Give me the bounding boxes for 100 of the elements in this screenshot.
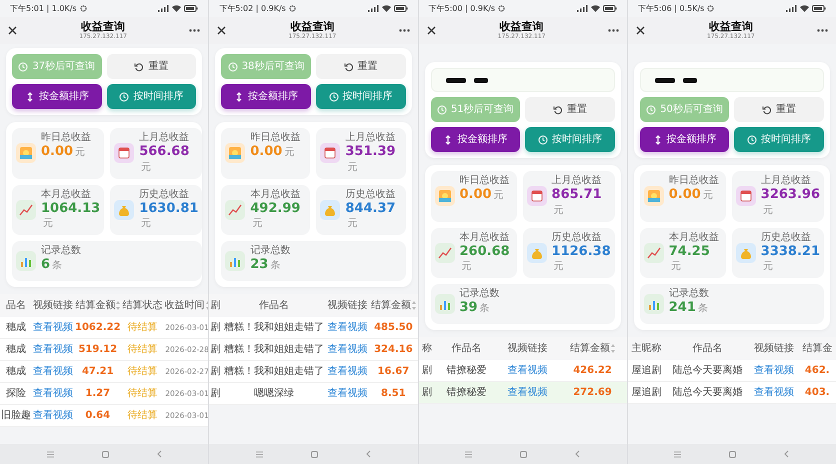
sort-by-time-button[interactable]: 按时间排序: [734, 127, 824, 152]
video-link[interactable]: 查看视频: [326, 382, 370, 405]
reset-button[interactable]: 重置: [734, 97, 824, 122]
calendar-icon: [526, 186, 547, 206]
clock-icon: [646, 104, 656, 114]
video-link[interactable]: 查看视频: [749, 360, 799, 382]
column-header: 作品名: [436, 337, 498, 360]
video-link[interactable]: 查看视频: [32, 338, 74, 361]
table-cell: 待结算: [122, 404, 164, 427]
back-icon[interactable]: [156, 450, 162, 458]
line-chart-icon: [644, 242, 664, 263]
menu-icon[interactable]: [256, 450, 263, 458]
back-icon[interactable]: [366, 450, 371, 458]
column-header: 结算状态: [122, 294, 164, 318]
menu-icon[interactable]: [465, 450, 472, 458]
status-time: 下午5:01 | 1.0K/s: [10, 2, 77, 14]
clock-icon: [328, 92, 339, 102]
stat-value: 0.00: [668, 187, 701, 203]
stat-value: 6: [41, 257, 50, 273]
stat-unit: 元: [284, 146, 294, 160]
sort-arrows-icon: [443, 134, 454, 144]
table-cell: 剧: [209, 360, 222, 383]
sort-by-time-button[interactable]: 按时间排序: [525, 127, 615, 152]
video-link[interactable]: 查看视频: [32, 404, 74, 427]
video-link[interactable]: 查看视频: [326, 338, 370, 361]
home-square-icon[interactable]: [102, 450, 109, 458]
wifi-icon: [590, 5, 600, 12]
wifi-icon: [172, 5, 182, 12]
stat-unit: 元: [494, 189, 504, 203]
stat-unit: 元: [554, 260, 564, 274]
table-cell: 穗成: [0, 360, 32, 383]
refresh-icon: [552, 104, 563, 114]
stat-label: 记录总数: [460, 288, 500, 300]
reset-button[interactable]: 重置: [525, 97, 615, 122]
stat-label: 记录总数: [668, 288, 709, 300]
video-link[interactable]: 查看视频: [32, 317, 74, 339]
gear-icon: [288, 5, 296, 12]
menu-icon[interactable]: [46, 450, 54, 458]
refresh-icon: [134, 62, 144, 72]
table-cell: 糟糕！我和姐姐走错了: [222, 338, 326, 361]
home-square-icon[interactable]: [729, 450, 736, 458]
more-icon[interactable]: [608, 29, 619, 32]
table-cell: 519.12: [74, 338, 122, 361]
clock-icon: [119, 92, 130, 102]
column-header: 称: [418, 337, 436, 360]
table-cell: 屋追剧: [628, 382, 666, 404]
stat-label: 本月总收益: [41, 188, 92, 201]
more-icon[interactable]: [189, 29, 200, 32]
stat-label: 记录总数: [41, 245, 81, 258]
column-header[interactable]: 收益时间: [164, 294, 208, 318]
column-header[interactable]: 结算金额: [74, 294, 122, 318]
page-title: 收益查询: [500, 20, 544, 34]
video-link[interactable]: 查看视频: [32, 382, 74, 405]
reset-button[interactable]: 重置: [106, 54, 196, 79]
table-cell: 324.16: [369, 338, 418, 361]
video-link[interactable]: 查看视频: [32, 360, 74, 383]
stat-label: 历史总收益: [345, 188, 396, 201]
more-icon[interactable]: [817, 29, 828, 32]
sort-icon[interactable]: [611, 344, 616, 353]
column-header[interactable]: 结算金额: [558, 337, 627, 360]
stat-value: 865.71: [552, 187, 602, 203]
stat-label: 记录总数: [250, 245, 290, 258]
table-cell: 待结算: [122, 382, 164, 405]
video-link[interactable]: 查看视频: [749, 382, 799, 404]
query-field[interactable]: [640, 68, 824, 92]
video-link[interactable]: 查看视频: [326, 360, 370, 383]
video-link[interactable]: 查看视频: [326, 317, 370, 339]
home-square-icon[interactable]: [310, 450, 318, 458]
stat-unit: 元: [141, 217, 152, 232]
query-field[interactable]: [430, 68, 615, 92]
sort-by-amount-button[interactable]: 按金额排序: [430, 127, 520, 152]
video-link[interactable]: 查看视频: [497, 382, 558, 404]
page-title: 收益查询: [290, 20, 334, 34]
stat-unit: 元: [554, 204, 564, 218]
clock-icon: [747, 134, 758, 144]
signal-icon: [157, 5, 170, 12]
sort-by-amount-button[interactable]: 按金额排序: [221, 84, 311, 109]
stat-value: 23: [250, 257, 268, 273]
sort-by-amount-button[interactable]: 按金额排序: [640, 127, 730, 152]
stat-label: 历史总收益: [760, 232, 812, 244]
back-icon[interactable]: [784, 450, 790, 458]
sort-by-amount-button[interactable]: 按金额排序: [12, 84, 102, 109]
menu-icon[interactable]: [674, 450, 682, 458]
money-bag-icon: [114, 200, 134, 220]
close-icon[interactable]: [8, 26, 17, 35]
table-cell: 旧脸趣: [0, 404, 32, 427]
column-header[interactable]: 结算金额: [369, 294, 418, 318]
table-cell: 陆总今天要离婚: [665, 360, 750, 382]
close-icon[interactable]: [217, 26, 226, 35]
sunset-icon: [434, 186, 454, 206]
sort-icon[interactable]: [412, 300, 416, 310]
sort-by-time-button[interactable]: 按时间排序: [106, 84, 196, 109]
close-icon[interactable]: [636, 26, 645, 35]
more-icon[interactable]: [398, 29, 410, 32]
home-square-icon[interactable]: [520, 450, 528, 458]
back-icon[interactable]: [575, 450, 580, 458]
status-time: 下午5:02 | 0.9K/s: [219, 2, 286, 14]
sort-by-time-button[interactable]: 按时间排序: [316, 84, 406, 109]
reset-button[interactable]: 重置: [316, 54, 406, 79]
close-icon[interactable]: [426, 26, 436, 35]
